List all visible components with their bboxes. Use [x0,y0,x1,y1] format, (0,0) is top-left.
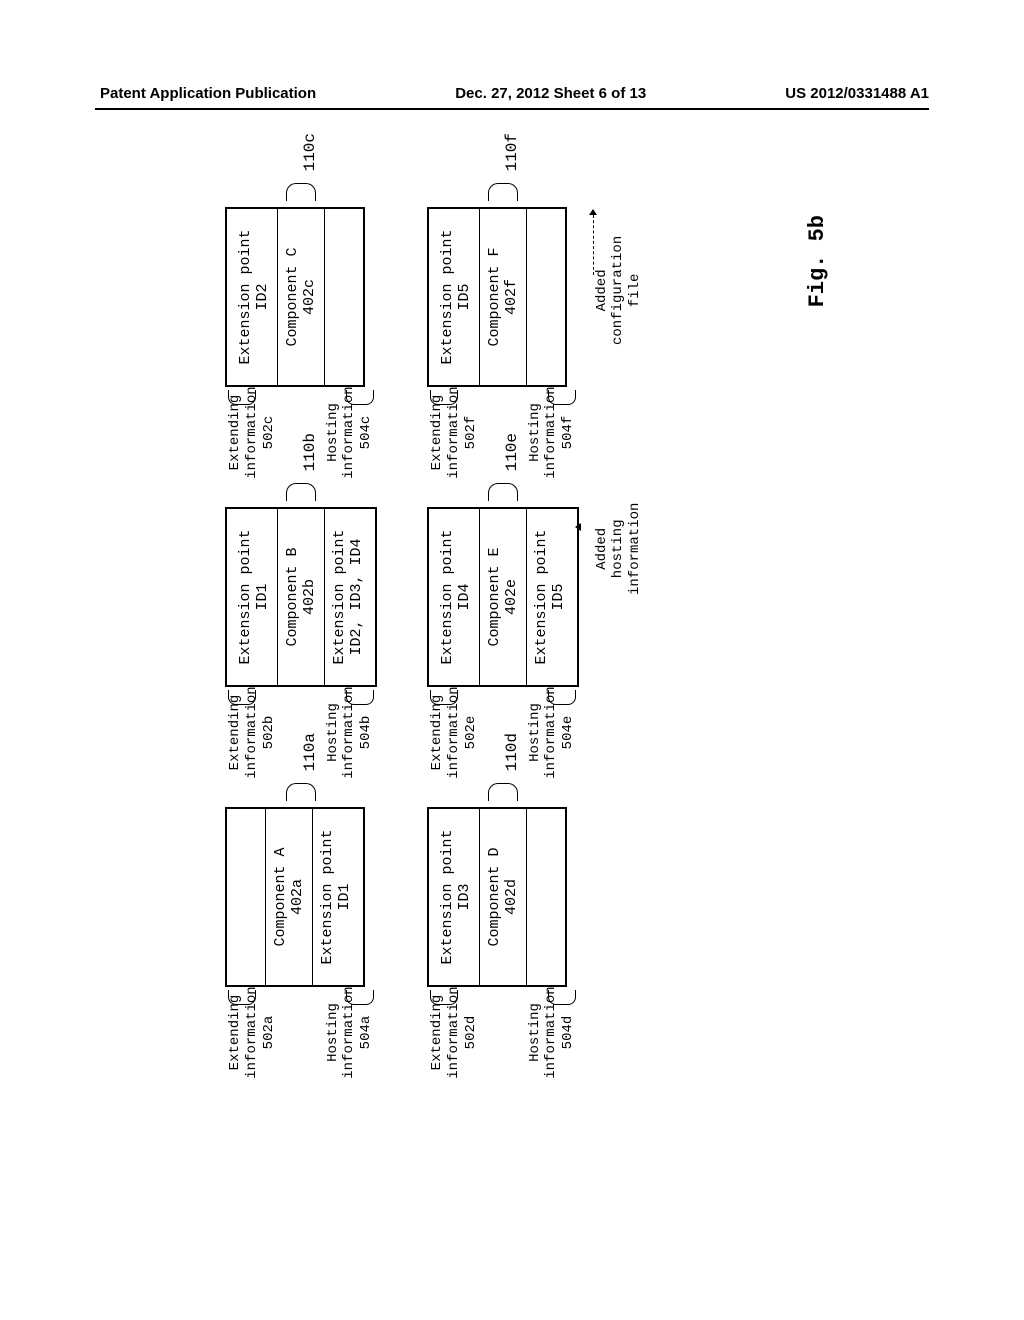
empty-section [327,219,357,375]
divider [324,509,325,685]
ref-num-f: 110f [503,133,521,171]
bracket-icon [286,783,316,801]
bracket-icon [228,690,256,705]
bracket-icon [286,483,316,501]
component-group-c: Extendinginformation 502c Extension poin… [225,115,377,405]
page-header: Patent Application Publication Dec. 27, … [0,85,1024,102]
bracket-icon [488,783,518,801]
divider [277,509,278,685]
divider [324,209,325,385]
component-box-d: Extension point ID3 Component D 402d [427,807,567,987]
bracket-icon [286,183,316,201]
bracket-icon [488,483,518,501]
ref-num-a: 110a [301,733,319,771]
empty-section [529,819,559,975]
arrow-icon [575,523,581,531]
dashed-arrow [593,215,594,275]
divider [526,509,527,685]
empty-section [233,819,263,975]
extension-point-section: Extension point ID5 [435,219,477,375]
component-box-a: Component A 402a Extension point ID1 [225,807,365,987]
component-box-c: Extension point ID2 Component C 402c [225,207,365,387]
bracket-icon [430,390,458,405]
component-name-section: Component C 402c [280,219,322,375]
bracket-icon [228,390,256,405]
extension-point-section: Extension point ID4 [435,519,477,675]
extension-point-section: Extension point ID1 [315,819,357,975]
header-left: Patent Application Publication [100,85,316,102]
component-box-e: Extension point ID4 Component E 402e Ext… [427,507,579,687]
component-group-f: Extendinginformation 502f Extension poin… [427,115,579,405]
divider [526,209,527,385]
empty-section [529,219,559,375]
component-row-1: Extendinginformation 502a Component A 40… [225,115,377,1065]
ref-num-b: 110b [301,433,319,471]
divider [479,209,480,385]
divider [479,509,480,685]
hosting-label-f: Hostinginformation 504f [527,385,577,480]
rotated-diagram: Extendinginformation 502a Component A 40… [225,115,785,1065]
component-name-section: Component E 402e [482,519,524,675]
bracket-icon [228,990,256,1005]
arrow-icon [589,209,597,215]
header-divider [95,108,929,110]
header-center: Dec. 27, 2012 Sheet 6 of 13 [455,85,646,102]
hosting-label-e: Hostinginformation 504e [527,685,577,780]
component-box-f: Extension point ID5 Component F 402f [427,207,567,387]
hosting-label-a: Hostinginformation 504a [325,985,375,1080]
extension-point-section: Extension point ID5 [529,519,571,675]
divider [479,809,480,985]
ref-num-d: 110d [503,733,521,771]
extension-point-section: Extension point ID3 [435,819,477,975]
ref-num-c: 110c [301,133,319,171]
component-box-b: Extension point ID1 Component B 402b Ext… [225,507,377,687]
extension-point-section: Extension point ID1 [233,519,275,675]
header-right: US 2012/0331488 A1 [785,85,929,102]
ref-num-e: 110e [503,433,521,471]
divider [265,809,266,985]
bracket-icon [488,183,518,201]
annotation-f: Addedconfigurationfile [594,236,644,345]
divider [526,809,527,985]
extension-point-section: Extension point ID2, ID3, ID4 [327,519,369,675]
component-name-section: Component A 402a [268,819,310,975]
bracket-icon [430,690,458,705]
divider [277,209,278,385]
figure-container: Extendinginformation 502a Component A 40… [100,180,900,930]
extension-point-section: Extension point ID2 [233,219,275,375]
annotation-e: Addedhostinginformation [594,503,644,595]
hosting-label-d: Hostinginformation 504d [527,985,577,1080]
component-name-section: Component B 402b [280,519,322,675]
bracket-icon [430,990,458,1005]
component-row-2: Extendinginformation 502d Extension poin… [427,115,579,1065]
component-name-section: Component D 402d [482,819,524,975]
component-name-section: Component F 402f [482,219,524,375]
divider [312,809,313,985]
figure-caption: Fig. 5b [805,215,830,307]
hosting-label-b: Hostinginformation 504b [325,685,375,780]
hosting-label-c: Hostinginformation 504c [325,385,375,480]
